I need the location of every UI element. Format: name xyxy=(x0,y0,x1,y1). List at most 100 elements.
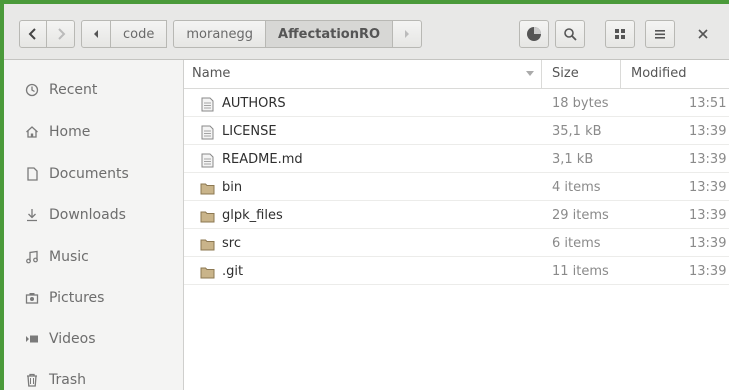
table-row[interactable]: .git 11 items 13:39 xyxy=(184,262,729,283)
file-name: README.md xyxy=(222,152,303,167)
camera-icon xyxy=(24,291,40,305)
column-size-header[interactable]: Size xyxy=(552,66,579,81)
triangle-left-icon xyxy=(94,30,98,38)
sidebar-item-pictures[interactable]: Pictures xyxy=(4,283,183,313)
sidebar-item-label: Home xyxy=(49,124,91,140)
breadcrumb-moranegg[interactable]: moranegg xyxy=(173,20,267,48)
column-divider xyxy=(541,60,542,88)
menu-icon xyxy=(655,30,665,39)
table-row[interactable]: AUTHORS 18 bytes 13:51 xyxy=(184,94,729,115)
file-manager-window: code moranegg AffectationRO Recent Home … xyxy=(4,4,729,390)
file-modified: 13:51 xyxy=(689,96,727,111)
sidebar-item-home[interactable]: Home xyxy=(4,117,183,147)
breadcrumb: code moranegg AffectationRO xyxy=(81,20,423,48)
file-size: 11 items xyxy=(552,264,609,279)
sidebar-item-documents[interactable]: Documents xyxy=(4,159,183,189)
sidebar-item-label: Documents xyxy=(49,166,129,182)
text-file-icon xyxy=(201,153,214,168)
row-divider xyxy=(184,172,729,173)
sidebar-item-label: Videos xyxy=(49,331,96,347)
sidebar-item-downloads[interactable]: Downloads xyxy=(4,200,183,230)
file-size: 35,1 kB xyxy=(552,124,602,139)
table-row[interactable]: README.md 3,1 kB 13:39 xyxy=(184,150,729,171)
file-name: LICENSE xyxy=(222,124,277,139)
file-modified: 13:39 xyxy=(689,236,727,251)
file-modified: 13:39 xyxy=(689,208,727,223)
sort-descending-icon xyxy=(526,71,534,76)
sidebar-item-label: Pictures xyxy=(49,290,105,306)
file-modified: 13:39 xyxy=(689,180,727,195)
file-name: glpk_files xyxy=(222,208,283,223)
sidebar-item-label: Downloads xyxy=(49,207,126,223)
table-row[interactable]: glpk_files 29 items 13:39 xyxy=(184,206,729,227)
clock-icon xyxy=(24,83,40,97)
breadcrumb-affectationro[interactable]: AffectationRO xyxy=(265,20,394,48)
text-file-icon xyxy=(201,125,214,140)
breadcrumb-back-button[interactable] xyxy=(81,20,111,48)
view-grid-button[interactable] xyxy=(605,20,635,48)
sidebar-item-label: Music xyxy=(49,249,89,265)
menu-button[interactable] xyxy=(645,20,675,48)
file-size: 4 items xyxy=(552,180,601,195)
text-file-icon xyxy=(201,97,214,112)
file-size: 6 items xyxy=(552,236,601,251)
sidebar-item-music[interactable]: Music xyxy=(4,242,183,272)
navigation-buttons xyxy=(19,20,75,48)
file-name: .git xyxy=(222,264,244,279)
disk-usage-button[interactable] xyxy=(519,20,549,48)
file-modified: 13:39 xyxy=(689,124,727,139)
sidebar-item-recent[interactable]: Recent xyxy=(4,75,183,105)
file-name: AUTHORS xyxy=(222,96,286,111)
file-modified: 13:39 xyxy=(689,264,727,279)
column-header: Name Size Modified xyxy=(184,60,729,89)
file-size: 29 items xyxy=(552,208,609,223)
file-size: 18 bytes xyxy=(552,96,609,111)
row-divider xyxy=(184,228,729,229)
pie-chart-icon xyxy=(527,27,541,41)
music-icon xyxy=(24,250,40,264)
home-icon xyxy=(24,125,40,139)
row-divider xyxy=(184,284,729,285)
column-divider xyxy=(620,60,621,88)
folder-icon xyxy=(200,267,215,279)
table-row[interactable]: LICENSE 35,1 kB 13:39 xyxy=(184,122,729,143)
table-row[interactable]: src 6 items 13:39 xyxy=(184,234,729,255)
search-icon xyxy=(564,28,577,41)
folder-icon xyxy=(200,183,215,195)
close-icon xyxy=(698,29,708,39)
row-divider xyxy=(184,144,729,145)
folder-icon xyxy=(200,239,215,251)
header-bar: code moranegg AffectationRO xyxy=(4,4,729,60)
back-button[interactable] xyxy=(19,20,47,48)
file-name: bin xyxy=(222,180,243,195)
download-icon xyxy=(24,208,40,222)
sidebar-item-videos[interactable]: Videos xyxy=(4,324,183,354)
file-name: src xyxy=(222,236,241,251)
sidebar: Recent Home Documents Downloads Music Pi… xyxy=(4,60,184,390)
column-name-header[interactable]: Name xyxy=(192,66,230,81)
breadcrumb-code[interactable]: code xyxy=(110,20,168,48)
row-divider xyxy=(184,256,729,257)
grid-view-icon xyxy=(615,29,625,39)
document-icon xyxy=(24,167,40,181)
sidebar-item-trash[interactable]: Trash xyxy=(4,365,183,390)
sidebar-item-label: Recent xyxy=(49,82,98,98)
video-icon xyxy=(24,332,40,346)
file-list: Name Size Modified AUTHORS 18 bytes 13:5… xyxy=(184,60,729,390)
breadcrumb-forward-button[interactable] xyxy=(392,20,423,48)
chevron-right-icon xyxy=(57,28,65,40)
file-modified: 13:39 xyxy=(689,152,727,167)
file-size: 3,1 kB xyxy=(552,152,594,167)
search-button[interactable] xyxy=(555,20,585,48)
trash-icon xyxy=(24,373,40,387)
close-button[interactable] xyxy=(689,20,717,48)
folder-icon xyxy=(200,211,215,223)
row-divider xyxy=(184,200,729,201)
table-row[interactable]: bin 4 items 13:39 xyxy=(184,178,729,199)
row-divider xyxy=(184,116,729,117)
column-modified-header[interactable]: Modified xyxy=(631,66,686,81)
forward-button[interactable] xyxy=(47,20,75,48)
triangle-right-icon xyxy=(405,30,410,38)
chevron-left-icon xyxy=(28,28,36,40)
sidebar-item-label: Trash xyxy=(49,372,86,388)
